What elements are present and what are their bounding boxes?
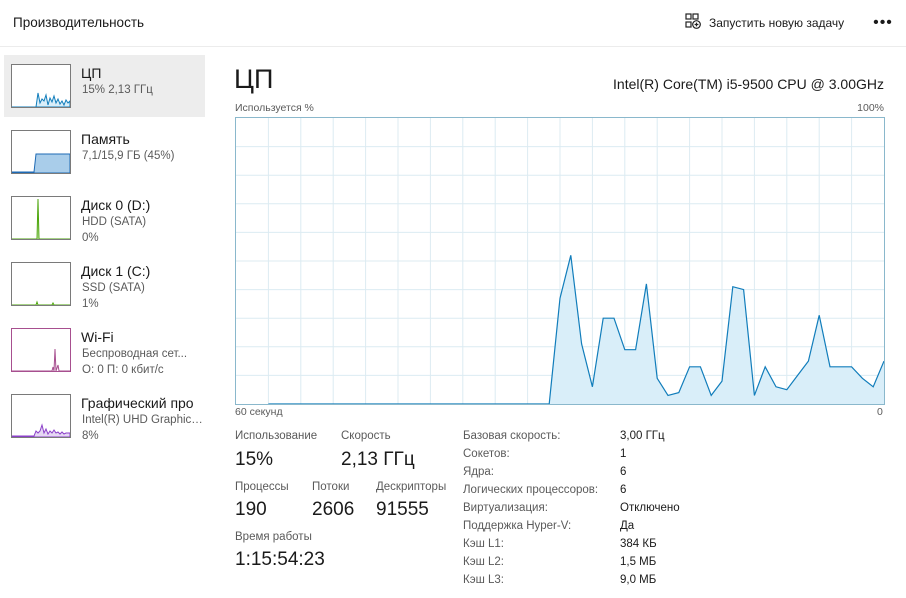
sidebar-item-detail: HDD (SATA) [82, 216, 147, 228]
sidebar-item-memory[interactable]: Память 7,1/15,9 ГБ (45%) [4, 121, 205, 183]
main-title: ЦП [234, 64, 274, 94]
usage-label: Использование [235, 430, 318, 442]
run-new-task-button[interactable]: Запустить новую задачу [685, 12, 845, 34]
page-title: Производительность [13, 15, 145, 30]
gpu-thumbnail-graph [11, 394, 71, 438]
more-options-icon: ••• [873, 14, 893, 31]
spec-value: Да [620, 520, 635, 532]
sidebar-item-label: Диск 1 (C:) [81, 263, 151, 279]
processes-value: 190 [235, 499, 267, 520]
sidebar-item-label: Графический про [81, 395, 194, 411]
spec-value: 1,5 МБ [620, 556, 657, 568]
sidebar-item-detail: Беспроводная сет... [82, 348, 188, 360]
sidebar-item-cpu[interactable]: ЦП 15% 2,13 ГГц [4, 55, 205, 117]
spec-value: 1 [620, 448, 627, 460]
sidebar-item-disk-0[interactable]: Диск 0 (D:) HDD (SATA) 0% [4, 187, 205, 249]
sidebar-item-label: Wi-Fi [81, 329, 114, 345]
spec-key: Поддержка Hyper-V: [463, 520, 572, 532]
graph-x-right-label: 0 [877, 406, 883, 418]
memory-thumbnail-graph [11, 130, 71, 174]
disk0-thumbnail-graph [11, 196, 71, 240]
cpu-thumbnail-graph [11, 64, 71, 108]
sidebar-item-detail: Intel(R) UHD Graphics 630 [82, 414, 206, 426]
spec-value: 384 КБ [620, 538, 657, 550]
spec-key: Кэш L1: [463, 538, 504, 550]
more-options-button[interactable]: ••• [872, 12, 894, 34]
sidebar-item-detail: 7,1/15,9 ГБ (45%) [82, 150, 175, 162]
top-bar: Производительность Запустить новую задач… [0, 0, 906, 47]
threads-label: Потоки [312, 481, 350, 493]
sidebar-item-detail: SSD (SATA) [82, 282, 145, 294]
spec-value: 6 [620, 466, 627, 478]
spec-value: 6 [620, 484, 627, 496]
spec-key: Виртуализация: [463, 502, 548, 514]
cpu-usage-area [268, 255, 884, 404]
uptime-value: 1:15:54:23 [235, 549, 325, 570]
graph-x-left-label: 60 секунд [235, 406, 283, 418]
sidebar-item-detail: 8% [82, 430, 99, 442]
sidebar-item-detail: О: 0 П: 0 кбит/с [82, 364, 164, 376]
sidebar-item-gpu[interactable]: Графический про Intel(R) UHD Graphics 63… [4, 385, 206, 447]
spec-key: Базовая скорость: [463, 430, 561, 442]
handles-label: Дескрипторы [376, 481, 447, 493]
graph-y-label: Используется % [235, 102, 314, 114]
sidebar-item-detail: 15% 2,13 ГГц [82, 84, 153, 96]
new-task-icon [685, 12, 701, 34]
speed-label: Скорость [341, 430, 391, 442]
wifi-thumbnail-graph [11, 328, 71, 372]
spec-value: 9,0 МБ [620, 574, 657, 586]
sidebar-item-label: Память [81, 131, 130, 147]
sidebar-item-label: ЦП [81, 65, 102, 81]
cpu-model-name: Intel(R) Core(TM) i5-9500 CPU @ 3.00GHz [613, 76, 884, 92]
spec-key: Кэш L2: [463, 556, 504, 568]
threads-value: 2606 [312, 499, 355, 520]
spec-value: 3,00 ГГц [620, 430, 665, 442]
disk1-thumbnail-graph [11, 262, 71, 306]
sidebar-item-label: Диск 0 (D:) [81, 197, 151, 213]
sidebar-item-disk-1[interactable]: Диск 1 (C:) SSD (SATA) 1% [4, 253, 205, 315]
spec-key: Кэш L3: [463, 574, 504, 586]
processes-label: Процессы [235, 481, 289, 493]
spec-key: Сокетов: [463, 448, 510, 460]
cpu-usage-graph [235, 117, 885, 405]
run-new-task-label: Запустить новую задачу [709, 16, 845, 30]
speed-value: 2,13 ГГц [341, 449, 415, 470]
sidebar-item-detail: 0% [82, 232, 99, 244]
spec-value: Отключено [620, 502, 680, 514]
spec-key: Ядра: [463, 466, 495, 478]
sidebar-item-detail: 1% [82, 298, 99, 310]
sidebar-item-wifi[interactable]: Wi-Fi Беспроводная сет... О: 0 П: 0 кбит… [4, 319, 205, 381]
spec-key: Логических процессоров: [463, 484, 599, 496]
cpu-usage-chart [236, 118, 885, 405]
uptime-label: Время работы [235, 531, 312, 543]
usage-value: 15% [235, 449, 274, 470]
graph-y-max-label: 100% [857, 102, 884, 114]
handles-value: 91555 [376, 499, 429, 520]
